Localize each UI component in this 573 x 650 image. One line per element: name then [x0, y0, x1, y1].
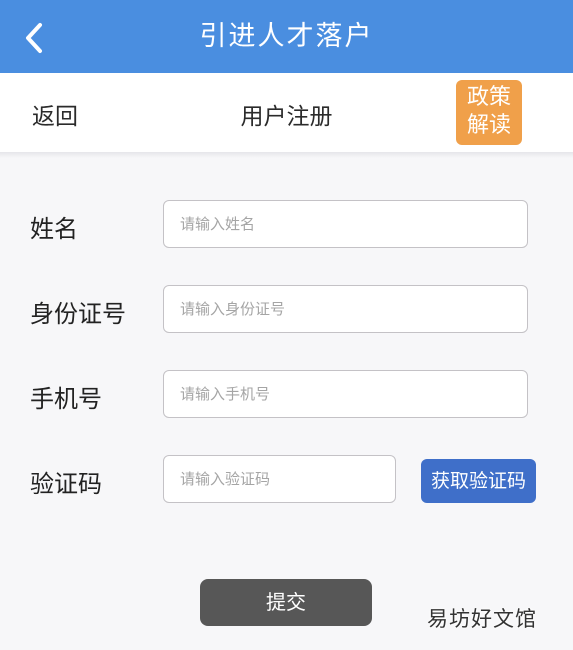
policy-button-line-2: 解读	[466, 113, 511, 138]
app-header: 引进人才落户	[0, 0, 573, 73]
submit-button[interactable]: 提交	[200, 579, 372, 626]
phone-input[interactable]	[163, 370, 528, 418]
policy-interpretation-button[interactable]: 政策 解读	[456, 80, 522, 145]
id-number-label: 身份证号	[30, 300, 126, 328]
watermark: 易坊好文馆	[427, 607, 537, 631]
divider	[0, 152, 573, 158]
id-number-input[interactable]	[163, 285, 528, 333]
phone-label: 手机号	[30, 385, 102, 413]
sub-navigation-bar: 返回 用户注册 政策 解读	[0, 73, 573, 152]
name-label: 姓名	[30, 215, 78, 243]
verification-code-label: 验证码	[30, 470, 102, 498]
policy-button-line-1: 政策	[466, 85, 511, 110]
verification-code-input[interactable]	[163, 455, 396, 503]
name-input[interactable]	[163, 200, 528, 248]
get-verification-code-button[interactable]: 获取验证码	[421, 459, 536, 503]
page-title: 引进人才落户	[199, 21, 374, 52]
